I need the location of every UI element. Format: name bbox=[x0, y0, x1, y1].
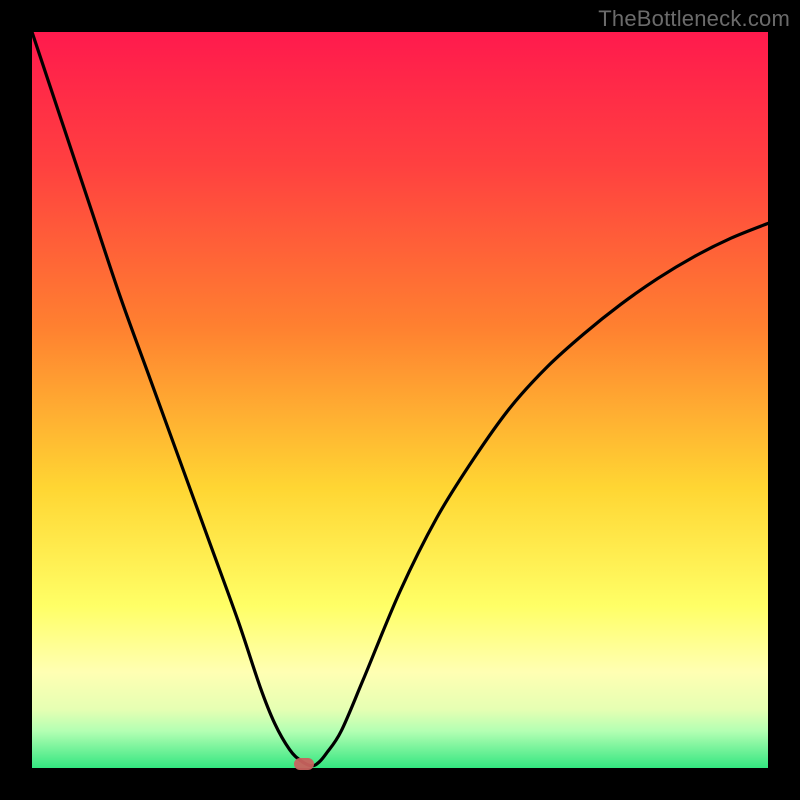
bottleneck-curve bbox=[32, 32, 768, 768]
plot-area bbox=[32, 32, 768, 768]
minimum-marker bbox=[294, 758, 314, 770]
chart-frame: TheBottleneck.com bbox=[0, 0, 800, 800]
watermark-text: TheBottleneck.com bbox=[598, 6, 790, 32]
